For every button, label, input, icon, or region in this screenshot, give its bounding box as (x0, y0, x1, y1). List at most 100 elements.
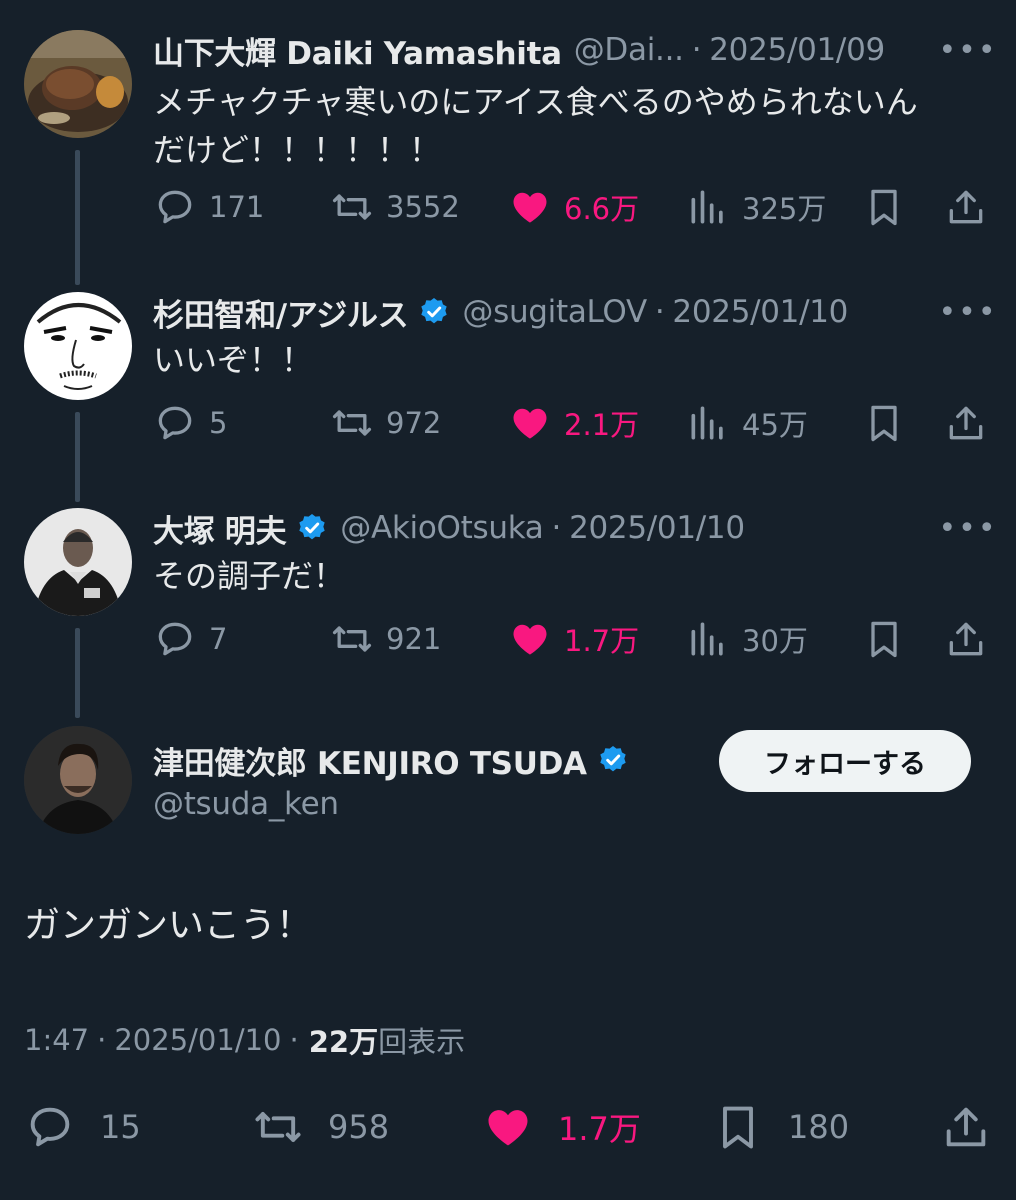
share-button[interactable] (944, 182, 1000, 232)
tweet-date[interactable]: 2025/01/10 (672, 294, 848, 330)
tweet-date[interactable]: 2025/01/09 (709, 32, 885, 68)
like-count: 1.7万 (558, 1110, 641, 1148)
display-name[interactable]: 大塚 明夫 (153, 506, 287, 551)
verified-badge-icon (600, 746, 626, 772)
reply-count: 15 (100, 1108, 141, 1146)
views-button[interactable]: 45万 (686, 398, 808, 448)
heart-filled-icon (513, 192, 547, 223)
retweet-count: 972 (386, 406, 442, 440)
retweet-count: 3552 (386, 190, 460, 224)
verified-badge-icon (421, 298, 448, 324)
view-count: 30万 (742, 624, 808, 658)
bookmark-count: 180 (788, 1108, 850, 1146)
like-button[interactable]: 1.7万 (508, 614, 639, 664)
views-label: 回表示 (378, 1025, 466, 1059)
user-handle[interactable]: @tsuda_ken (153, 786, 339, 822)
tweet-text: ガンガンいこう！ (24, 905, 313, 946)
like-button[interactable]: 1.7万 (482, 1100, 641, 1154)
reply-button[interactable]: 7 (153, 614, 227, 664)
man-in-suit-avatar[interactable] (24, 508, 132, 616)
bookmark-icon (871, 189, 897, 226)
tweet-time[interactable]: 1:47 (24, 1023, 89, 1057)
view-count[interactable]: 22万 (309, 1019, 378, 1061)
retweet-icon (255, 1112, 301, 1142)
reply-button[interactable]: 171 (153, 182, 264, 232)
view-count: 45万 (742, 408, 808, 442)
tweet-text-line: その調子だ！ (153, 557, 346, 595)
share-button[interactable] (940, 1100, 1016, 1154)
tweet-date[interactable]: 2025/01/10 (569, 510, 745, 546)
reply-header: 大塚 明夫 @AkioOtsuka · 2025/01/10 (153, 506, 745, 550)
retweet-count: 958 (328, 1108, 390, 1146)
tweet-date[interactable]: 2025/01/10 (114, 1023, 281, 1057)
tweet-text: いいぞ！！ (153, 336, 983, 384)
separator-dot: · (551, 510, 562, 546)
retweet-icon (332, 194, 372, 220)
heart-filled-icon (513, 624, 547, 655)
retweet-icon (332, 626, 372, 652)
share-button[interactable] (944, 614, 1000, 664)
more-options-icon[interactable]: ••• (938, 290, 995, 334)
follow-button[interactable]: フォローする (719, 730, 971, 792)
bookmark-button[interactable] (862, 398, 918, 448)
like-count: 2.1万 (564, 408, 640, 442)
tweet-text: メチャクチャ寒いのにアイス食べるのやめられないん だけど！！！！！！ (153, 78, 983, 174)
separator-dot: · (691, 32, 702, 68)
reply-button[interactable]: 5 (153, 398, 227, 448)
reply-count: 7 (209, 622, 228, 656)
user-handle[interactable]: @Dai... (574, 32, 684, 68)
views-button[interactable]: 30万 (686, 614, 808, 664)
display-name[interactable]: 山下大輝 Daiki Yamashita (153, 28, 562, 73)
views-chart-icon (691, 406, 723, 440)
main-author-avatar[interactable] (24, 726, 132, 834)
user-handle[interactable]: @AkioOtsuka (340, 510, 544, 546)
share-button[interactable] (944, 398, 1000, 448)
tweet-thread: 山下大輝 Daiki Yamashita @Dai... · 2025/01/0… (0, 0, 1016, 1200)
bookmark-icon (871, 405, 897, 442)
user-handle[interactable]: @sugitaLOV (462, 294, 647, 330)
tweet-text-line: いいぞ！！ (153, 341, 314, 379)
bookmark-button[interactable] (862, 614, 918, 664)
main-header: 津田健次郎 KENJIRO TSUDA (153, 738, 629, 782)
reply-icon (30, 1107, 70, 1147)
reply-button[interactable]: 15 (24, 1100, 141, 1154)
reply-icon (158, 190, 192, 224)
tweet-actions: 171 3552 6.6万 325万 (0, 182, 1016, 232)
tweet-meta: 1:47 · 2025/01/10 · 22万 回表示 (24, 1018, 465, 1062)
bookmark-icon (871, 621, 897, 658)
like-count: 6.6万 (564, 192, 640, 226)
bookmark-icon (723, 1106, 753, 1149)
bookmark-button[interactable]: 180 (712, 1100, 849, 1154)
views-button[interactable]: 325万 (686, 182, 826, 232)
retweet-button[interactable]: 958 (252, 1100, 389, 1154)
tweet-text: その調子だ！ (153, 552, 983, 600)
retweet-button[interactable]: 921 (330, 614, 441, 664)
main-handle-row: @tsuda_ken (153, 782, 339, 826)
heart-filled-icon (513, 408, 547, 439)
view-count: 325万 (742, 192, 827, 226)
views-chart-icon (691, 622, 723, 656)
steak-photo-avatar[interactable] (24, 30, 132, 138)
display-name[interactable]: 津田健次郎 KENJIRO TSUDA (153, 738, 587, 783)
more-options-icon[interactable]: ••• (938, 506, 995, 550)
more-options-icon[interactable]: ••• (938, 28, 995, 72)
retweet-button[interactable]: 972 (330, 398, 441, 448)
tweet-text-line: だけど！！！！！！ (153, 131, 442, 169)
reply-count: 171 (209, 190, 265, 224)
separator-dot: · (289, 1023, 299, 1057)
separator-dot: · (654, 294, 665, 330)
share-icon (949, 622, 983, 656)
like-count: 1.7万 (564, 624, 640, 658)
share-icon (949, 190, 983, 224)
tweet-actions: 5 972 2.1万 45万 (0, 398, 1016, 448)
like-button[interactable]: 2.1万 (508, 398, 639, 448)
separator-dot: · (97, 1023, 107, 1057)
display-name[interactable]: 杉田智和/アジルス (153, 290, 409, 335)
verified-badge-icon (299, 514, 325, 540)
reply-count: 5 (209, 406, 228, 440)
like-button[interactable]: 6.6万 (508, 182, 639, 232)
retweet-button[interactable]: 3552 (330, 182, 460, 232)
retweet-icon (332, 410, 372, 436)
sketch-face-avatar[interactable] (24, 292, 132, 400)
bookmark-button[interactable] (862, 182, 918, 232)
